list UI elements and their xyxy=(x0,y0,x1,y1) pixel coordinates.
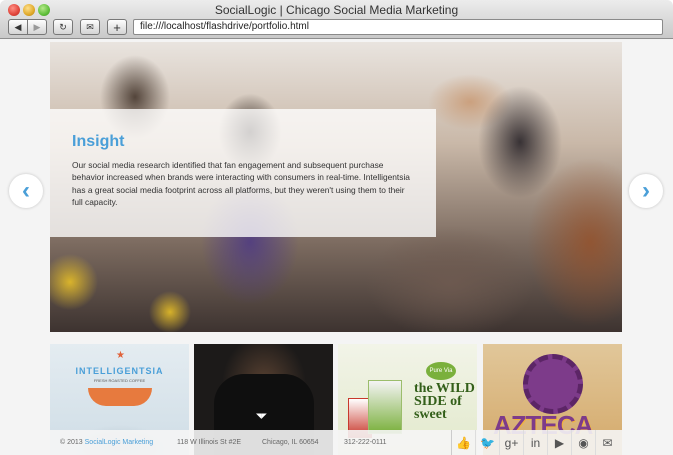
facebook-like-icon[interactable]: 👍 xyxy=(451,430,475,455)
forward-arrow-icon: ▶ xyxy=(33,21,41,32)
bookmarks-button[interactable]: ✉ xyxy=(80,19,100,35)
chevron-right-icon: › xyxy=(642,177,650,204)
copyright: © 2013 SocialLogic Marketing xyxy=(60,439,153,446)
email-icon[interactable]: ✉ xyxy=(595,430,619,455)
next-slide-button[interactable]: › xyxy=(629,174,663,208)
back-arrow-icon: ◀ xyxy=(14,21,22,32)
social-links: 👍 🐦 g+ in ▶ ◉ ✉ xyxy=(451,430,619,455)
insight-heading: Insight xyxy=(72,133,125,150)
page-content: Insight Our social media research identi… xyxy=(0,40,673,455)
reload-button[interactable]: ↻ xyxy=(53,19,73,35)
wing-logo-icon xyxy=(88,388,152,406)
previous-slide-button[interactable]: ‹ xyxy=(9,174,43,208)
product-box-image xyxy=(368,380,402,434)
footer-phone: 312-222-0111 xyxy=(344,439,387,446)
chevron-left-icon: ‹ xyxy=(22,177,30,204)
linkedin-icon[interactable]: in xyxy=(523,430,547,455)
purevia-tagline: the WILD SIDE of sweet xyxy=(414,381,475,422)
back-button[interactable]: ◀ xyxy=(8,19,28,35)
twitter-icon[interactable]: 🐦 xyxy=(475,430,499,455)
address-bar[interactable]: file:///localhost/flashdrive/portfolio.h… xyxy=(133,19,663,35)
insight-panel: Insight Our social media research identi… xyxy=(50,109,436,237)
hero-slide-image: Insight Our social media research identi… xyxy=(50,42,622,332)
aztec-sun-icon xyxy=(523,354,583,414)
window-title: SocialLogic | Chicago Social Media Marke… xyxy=(214,3,459,17)
brand-logo-icon: ◥◤ xyxy=(256,413,267,420)
reload-icon: ↻ xyxy=(59,21,67,32)
youtube-icon[interactable]: ▶ xyxy=(547,430,571,455)
footer-address: 118 W Illinois St #2E xyxy=(177,439,242,446)
purevia-badge: Pure Via xyxy=(426,362,456,380)
bookmarks-icon: ✉ xyxy=(86,21,94,32)
add-bookmark-button[interactable]: + xyxy=(107,19,127,35)
company-link[interactable]: SocialLogic Marketing xyxy=(85,439,153,446)
forward-button[interactable]: ▶ xyxy=(27,19,47,35)
page-footer: © 2013 SocialLogic Marketing 118 W Illin… xyxy=(50,430,622,455)
google-plus-icon[interactable]: g+ xyxy=(499,430,523,455)
browser-window: SocialLogic | Chicago Social Media Marke… xyxy=(0,0,673,455)
title-bar: SocialLogic | Chicago Social Media Marke… xyxy=(0,0,673,39)
copyright-year: © 2013 xyxy=(60,439,83,446)
instagram-icon[interactable]: ◉ xyxy=(571,430,595,455)
star-icon: ★ xyxy=(116,350,125,361)
insight-body: Our social media research identified tha… xyxy=(72,160,410,208)
intelligentsia-logo-text: INTELLIGENTSIA xyxy=(75,366,164,376)
plus-icon: + xyxy=(113,19,121,35)
footer-city: Chicago, IL 60654 xyxy=(262,439,319,446)
intelligentsia-sub-text: FRESH ROASTED COFFEE xyxy=(93,378,146,383)
